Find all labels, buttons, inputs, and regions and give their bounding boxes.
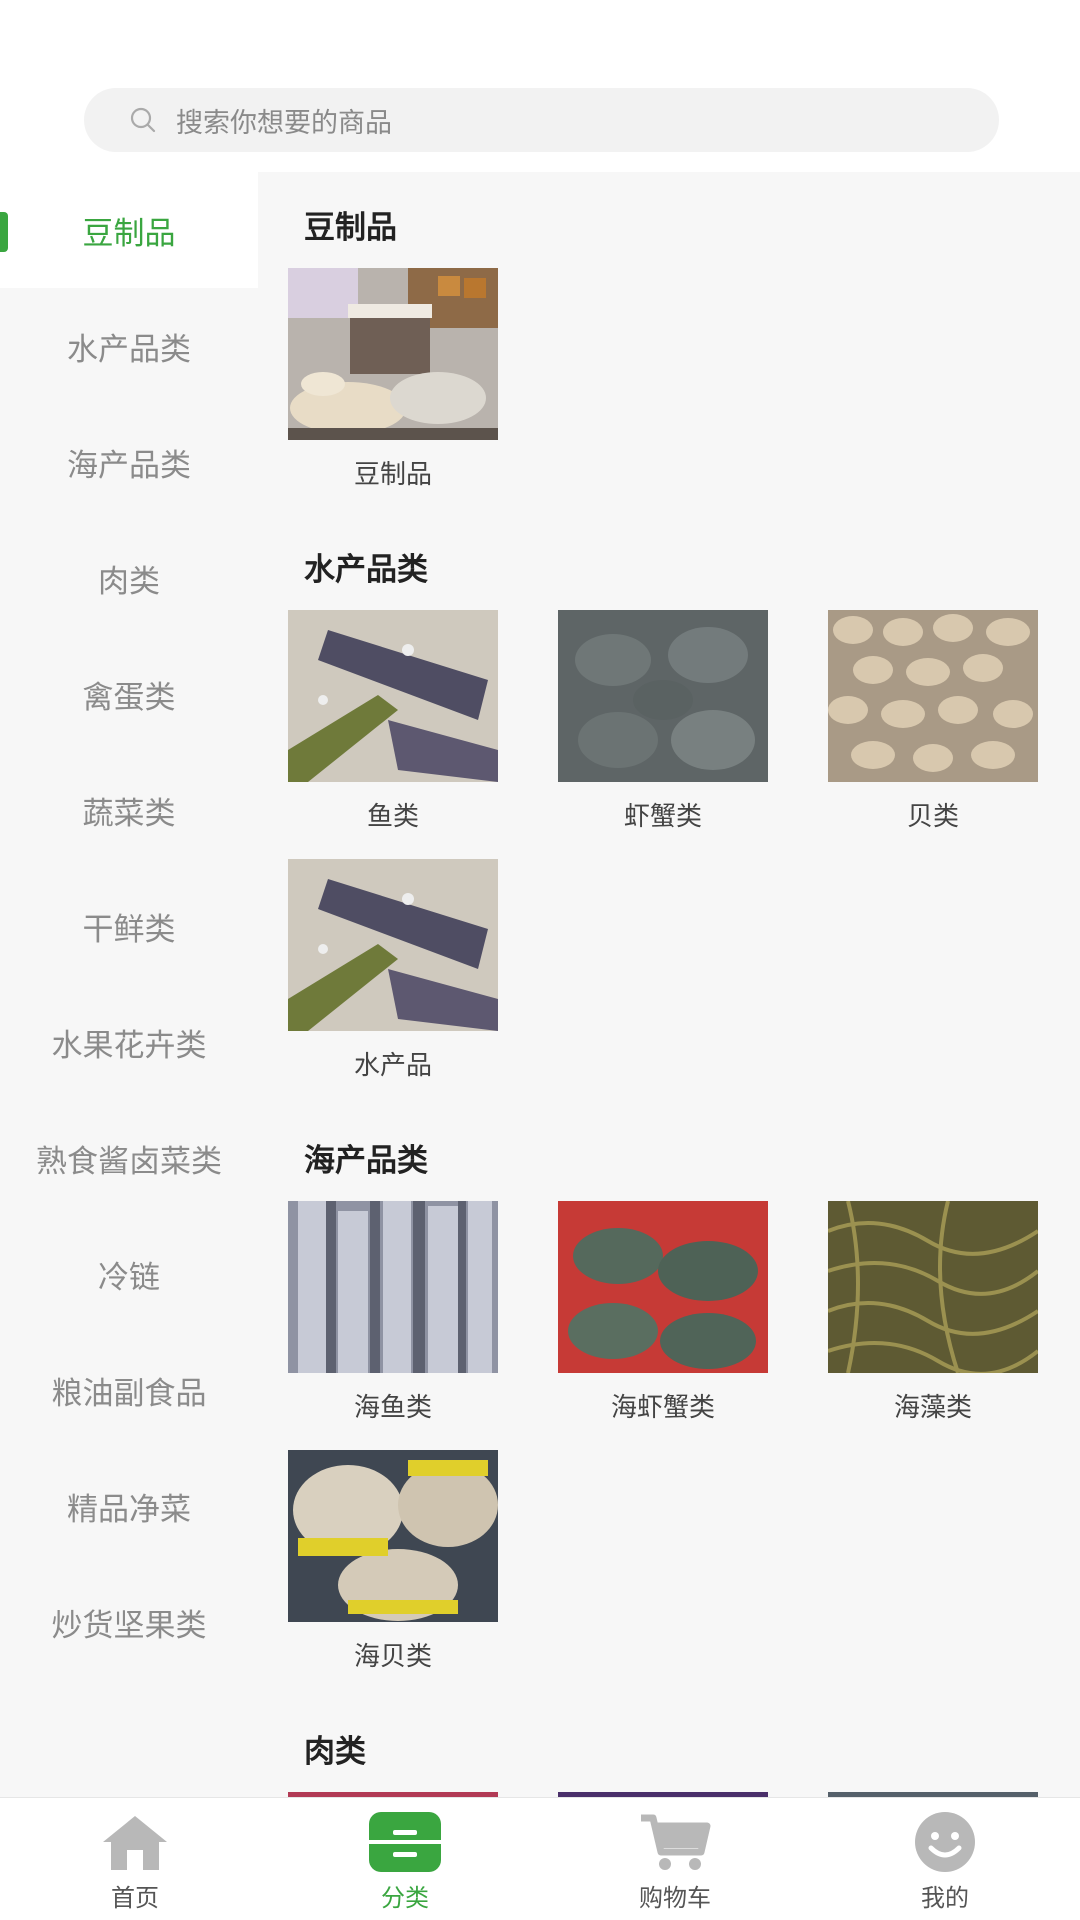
tab-category[interactable]: 分类 [270,1798,540,1920]
tile-label: 鱼类 [366,802,419,832]
product-tile-fish[interactable]: 鱼类 [288,610,498,833]
sidebar-item-nuts[interactable]: 炒货坚果类 [0,1564,258,1680]
sidebar-item-cooked-food[interactable]: 熟食酱卤菜类 [0,1100,258,1216]
sidebar-item-label: 水果花卉类 [51,1027,207,1064]
tile-label: 海贝类 [353,1642,432,1672]
category-icon [367,1810,443,1874]
product-tile-seaweed[interactable]: 海藻类 [828,1201,1038,1424]
cart-icon [637,1810,713,1874]
product-tile-aquatic[interactable]: 水产品 [288,859,498,1082]
product-tile-sea-fish[interactable]: 海鱼类 [288,1201,498,1424]
sidebar-item-fruits-flowers[interactable]: 水果花卉类 [0,984,258,1100]
crabs-photo [558,610,768,782]
sidebar-item-label: 海产品类 [67,447,191,484]
section-title: 海产品类 [304,1143,428,1179]
sidebar-item-label: 炒货坚果类 [51,1607,207,1644]
section-title: 豆制品 [304,210,397,246]
category-sidebar: 豆制品 水产品类 海产品类 肉类 禽蛋类 蔬菜类 干鲜类 水果花卉类 熟食酱卤菜… [0,172,258,1797]
sidebar-item-poultry-eggs[interactable]: 禽蛋类 [0,636,258,752]
tile-label: 虾蟹类 [623,802,702,832]
product-tile-tofu[interactable]: 豆制品 [288,268,498,491]
fish-photo [288,859,498,1031]
section-title: 肉类 [304,1734,366,1770]
sidebar-item-vegetables[interactable]: 蔬菜类 [0,752,258,868]
tab-label: 分类 [381,1884,429,1912]
home-icon [97,1810,173,1874]
sidebar-item-label: 精品净菜 [67,1491,191,1528]
tile-label: 水产品 [353,1051,432,1081]
tile-label: 海虾蟹类 [610,1393,715,1423]
seaweed-photo [828,1201,1038,1373]
tab-label: 我的 [921,1884,969,1912]
hairtail-fish-photo [288,1201,498,1373]
sidebar-item-clean-veg[interactable]: 精品净菜 [0,1448,258,1564]
sidebar-item-grain-oil[interactable]: 粮油副食品 [0,1332,258,1448]
packaged-shellfish-photo [288,1450,498,1622]
product-tile-clams[interactable]: 贝类 [828,610,1038,833]
sidebar-item-label: 肉类 [98,563,160,600]
sidebar-item-label: 粮油副食品 [51,1375,207,1412]
product-tile-sea-shellfish[interactable]: 海贝类 [288,1450,498,1673]
sea-crabs-photo [558,1201,768,1373]
sidebar-item-label: 干鲜类 [82,911,176,948]
category-content: 豆制品 豆制品 水产品类 鱼类 虾蟹类 贝类 水产品 海产品类 海鱼类 海虾蟹类… [258,172,1080,1797]
tile-label: 贝类 [906,802,959,832]
sidebar-item-cold-chain[interactable]: 冷链 [0,1216,258,1332]
tofu-products-photo [288,268,498,440]
tab-cart[interactable]: 购物车 [540,1798,810,1920]
tab-profile[interactable]: 我的 [810,1798,1080,1920]
tab-label: 购物车 [639,1884,711,1912]
clams-photo [828,610,1038,782]
profile-icon [907,1810,983,1874]
tab-label: 首页 [111,1884,159,1912]
tile-label: 海鱼类 [353,1393,432,1423]
product-tile-sea-crabs[interactable]: 海虾蟹类 [558,1201,768,1424]
sidebar-item-label: 熟食酱卤菜类 [36,1143,222,1180]
tile-label: 海藻类 [893,1393,972,1423]
sidebar-item-aquatic[interactable]: 水产品类 [0,288,258,404]
fish-photo [288,610,498,782]
bottom-tab-bar: 首页 分类 购物车 我的 [0,1797,1080,1920]
search-placeholder: 搜索你想要的商品 [176,107,392,139]
sidebar-item-label: 禽蛋类 [82,679,176,716]
search-icon [130,107,156,133]
section-title: 水产品类 [304,552,428,588]
sidebar-item-meat[interactable]: 肉类 [0,520,258,636]
top-bar: 搜索你想要的商品 [0,0,1080,172]
search-input[interactable]: 搜索你想要的商品 [84,88,999,152]
sidebar-item-seafood[interactable]: 海产品类 [0,404,258,520]
sidebar-item-label: 蔬菜类 [82,795,176,832]
tile-label: 豆制品 [353,460,432,490]
tab-home[interactable]: 首页 [0,1798,270,1920]
sidebar-item-label: 豆制品 [82,215,176,252]
sidebar-item-dried-goods[interactable]: 干鲜类 [0,868,258,984]
sidebar-item-label: 水产品类 [67,331,191,368]
product-tile-crabs[interactable]: 虾蟹类 [558,610,768,833]
sidebar-item-label: 冷链 [98,1259,160,1296]
sidebar-item-tofu[interactable]: 豆制品 [0,172,258,288]
